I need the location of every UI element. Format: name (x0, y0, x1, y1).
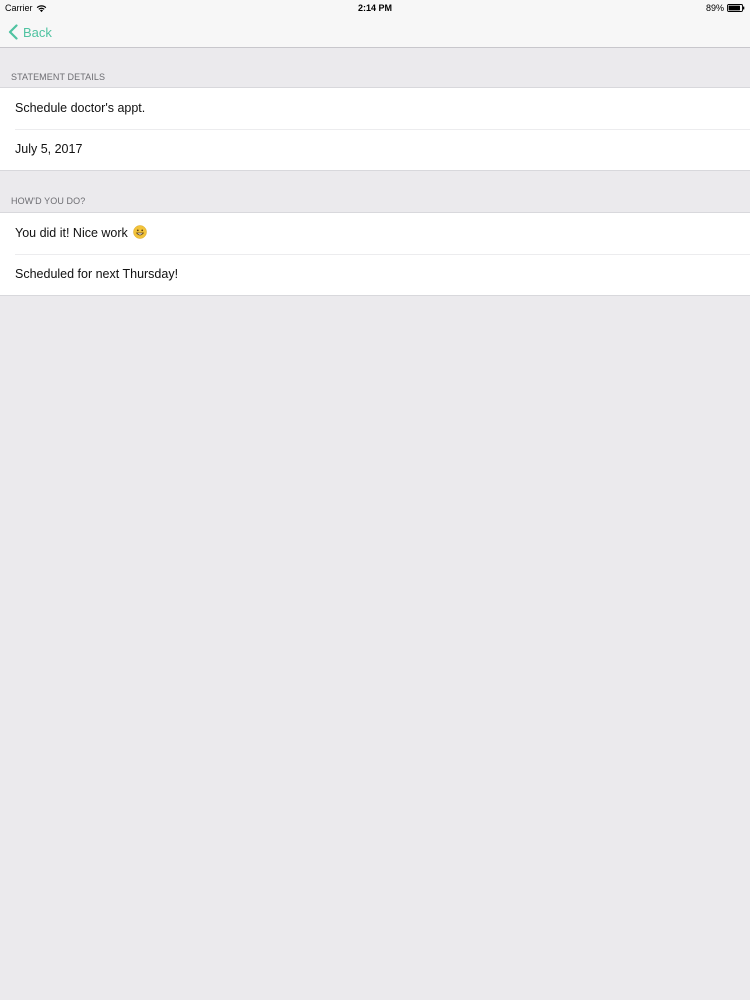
howd-you-do-group: You did it! Nice work Scheduled for next… (0, 212, 750, 296)
section-header-statement-details: STATEMENT DETAILS (11, 72, 106, 82)
navigation-bar: Back (0, 16, 750, 48)
statement-row[interactable]: Schedule doctor's appt. (0, 88, 750, 129)
statement-date: July 5, 2017 (15, 142, 83, 156)
status-right: 89% (706, 0, 745, 16)
result-row[interactable]: You did it! Nice work (0, 213, 750, 254)
statement-date-row[interactable]: July 5, 2017 (0, 129, 750, 170)
battery-percentage: 89% (705, 3, 724, 13)
note-row[interactable]: Scheduled for next Thursday! (0, 254, 750, 295)
status-bar: Carrier 2:14 PM 89% (0, 0, 750, 16)
result-text: You did it! Nice work (15, 226, 128, 240)
battery-icon (727, 4, 745, 12)
statement-text: Schedule doctor's appt. (15, 101, 146, 115)
status-time: 2:14 PM (357, 3, 392, 13)
section-header-howd-you-do: HOW'D YOU DO? (11, 196, 86, 206)
note-text: Scheduled for next Thursday! (15, 267, 179, 281)
app-screen: Carrier 2:14 PM 89% Back STATEMENT DETAI… (0, 0, 750, 1000)
battery-fill (728, 5, 740, 11)
statement-details-group: Schedule doctor's appt. July 5, 2017 (0, 87, 750, 171)
back-label: Back (23, 24, 52, 40)
back-button[interactable]: Back (8, 22, 52, 42)
chevron-left-icon (8, 24, 18, 40)
grinning-face-icon (133, 225, 148, 239)
